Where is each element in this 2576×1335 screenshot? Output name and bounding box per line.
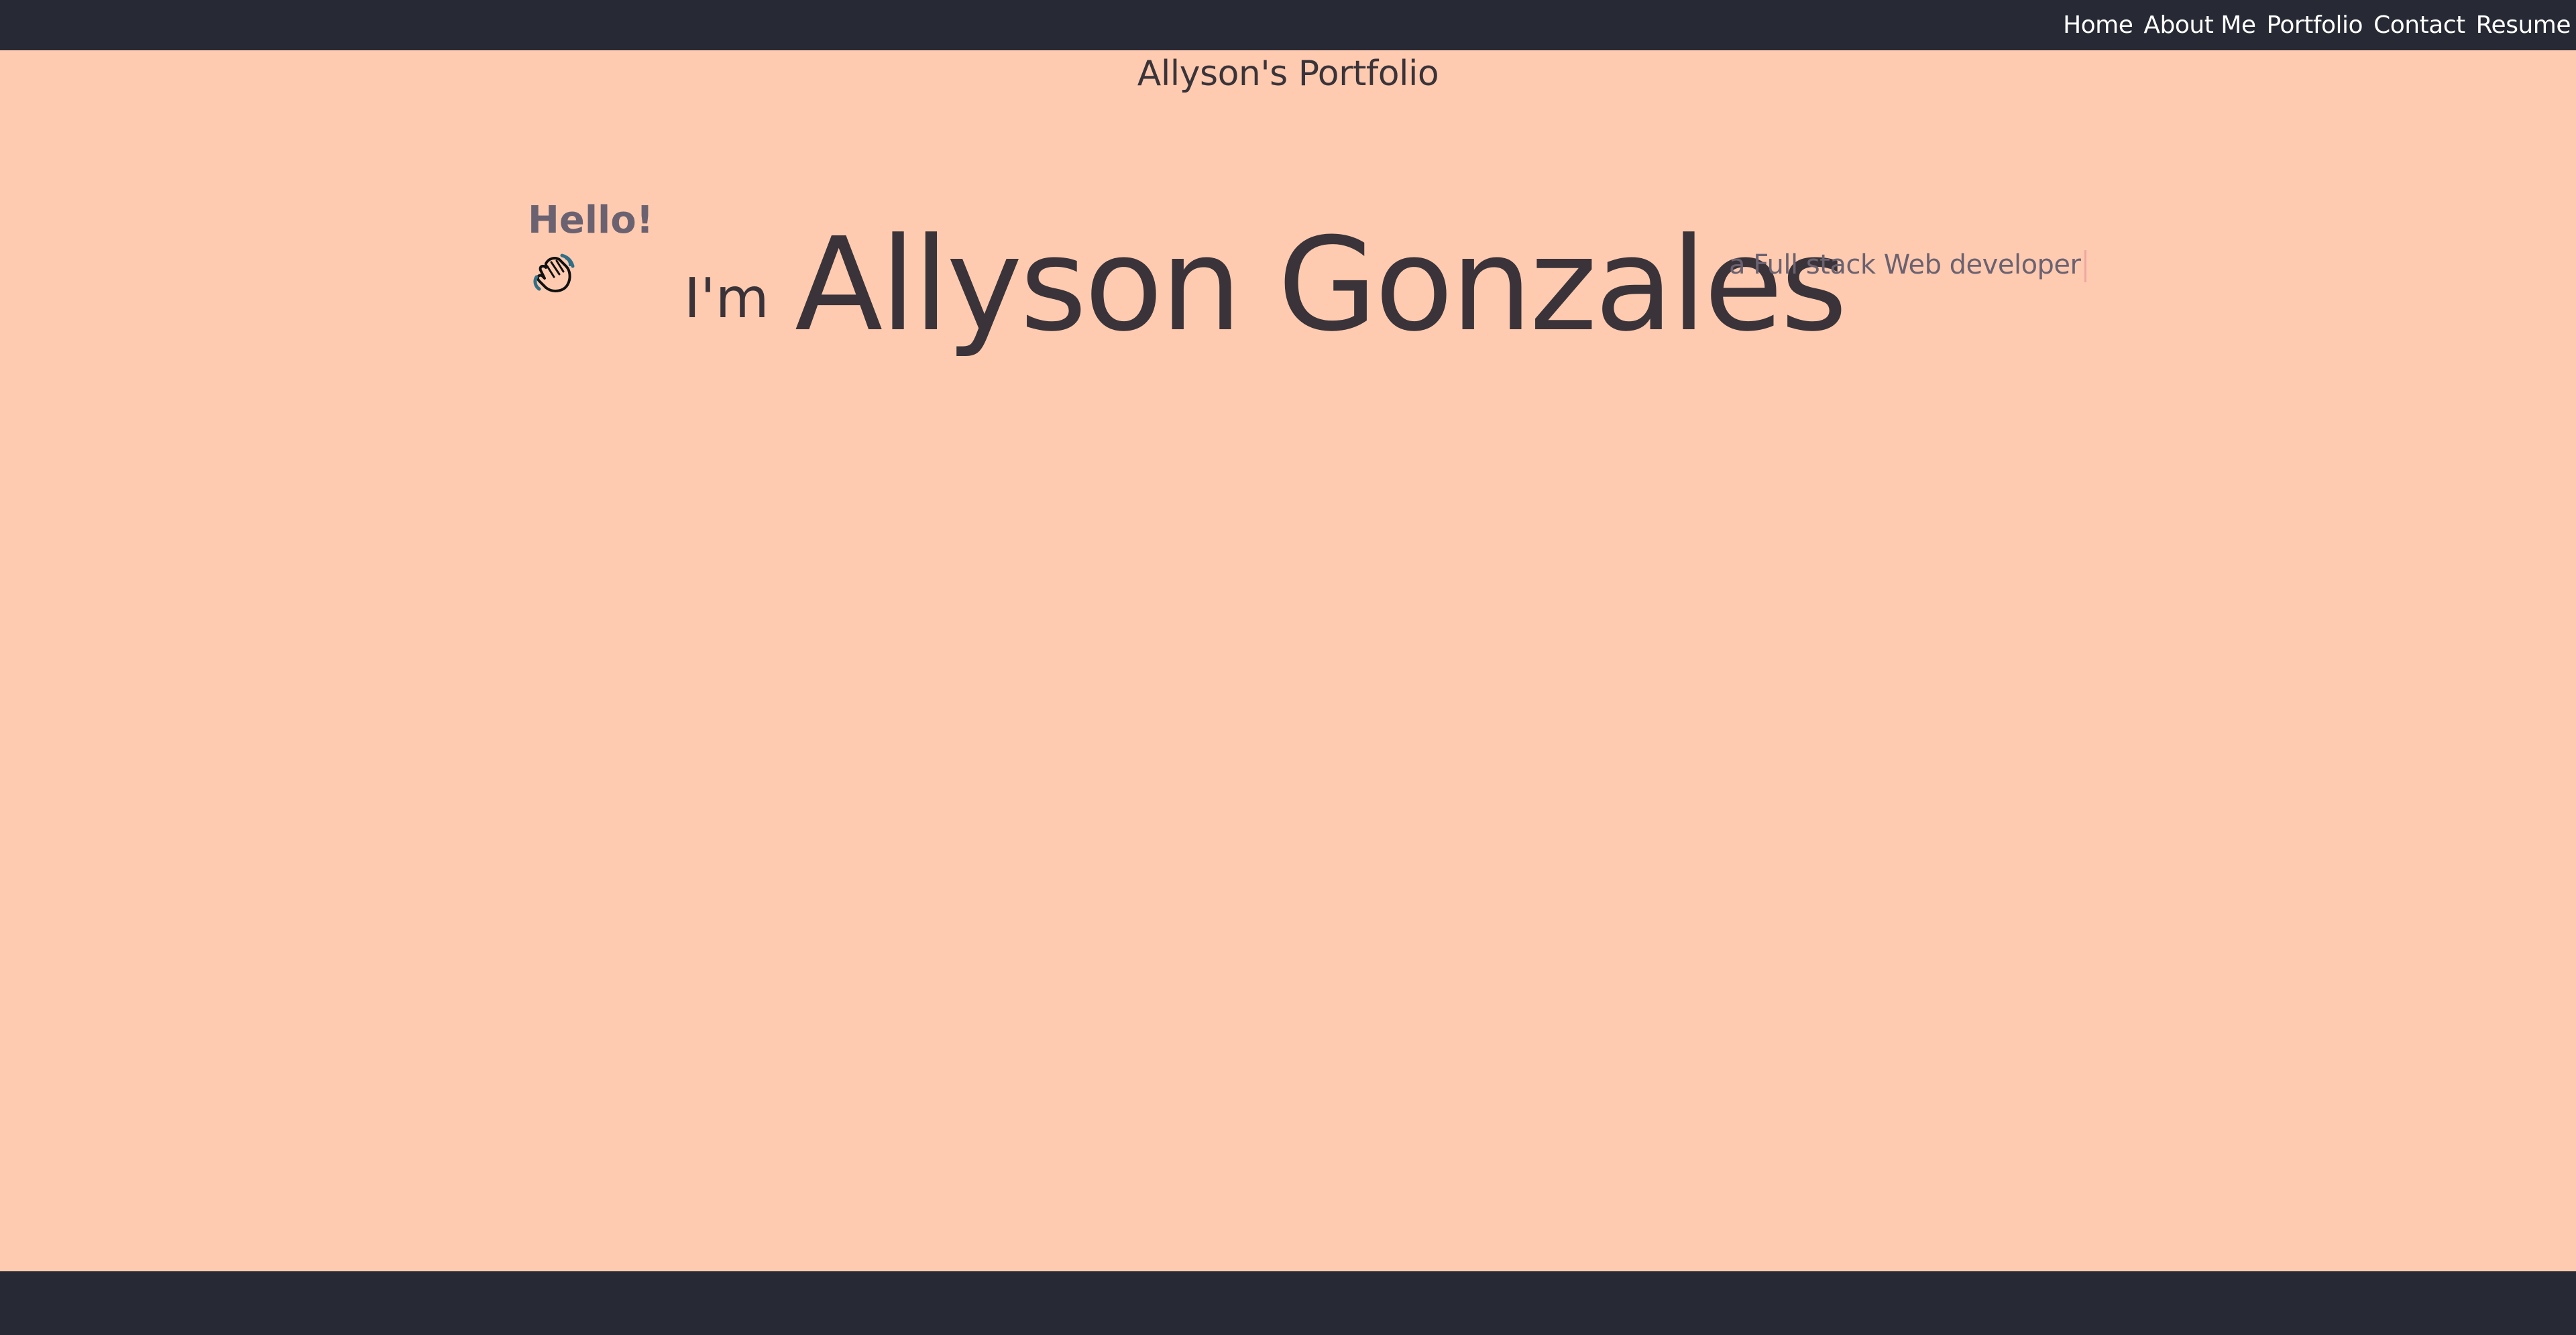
typing-cursor: [2084, 250, 2087, 282]
hello-greeting: Hello!: [528, 198, 654, 242]
intro-text: I'm: [684, 267, 769, 331]
nav-link-about-me[interactable]: About Me: [2143, 11, 2256, 39]
hero-name: Allyson Gonzales: [795, 211, 1848, 360]
nav-link-home[interactable]: Home: [2063, 11, 2133, 39]
nav-link-portfolio[interactable]: Portfolio: [2266, 11, 2363, 39]
nav-link-contact[interactable]: Contact: [2373, 11, 2465, 39]
top-navbar: Home About Me Portfolio Contact Resume: [0, 0, 2576, 50]
page-footer: [0, 1271, 2576, 1335]
waving-hand-icon: [533, 253, 575, 292]
nav-link-resume[interactable]: Resume: [2476, 11, 2571, 39]
page-title: Allyson's Portfolio: [1137, 54, 1439, 94]
main-nav: Home About Me Portfolio Contact Resume: [2063, 0, 2571, 50]
typing-tagline: a Full stack Web developer: [1729, 249, 2087, 282]
tagline-text: a Full stack Web developer: [1729, 249, 2081, 280]
